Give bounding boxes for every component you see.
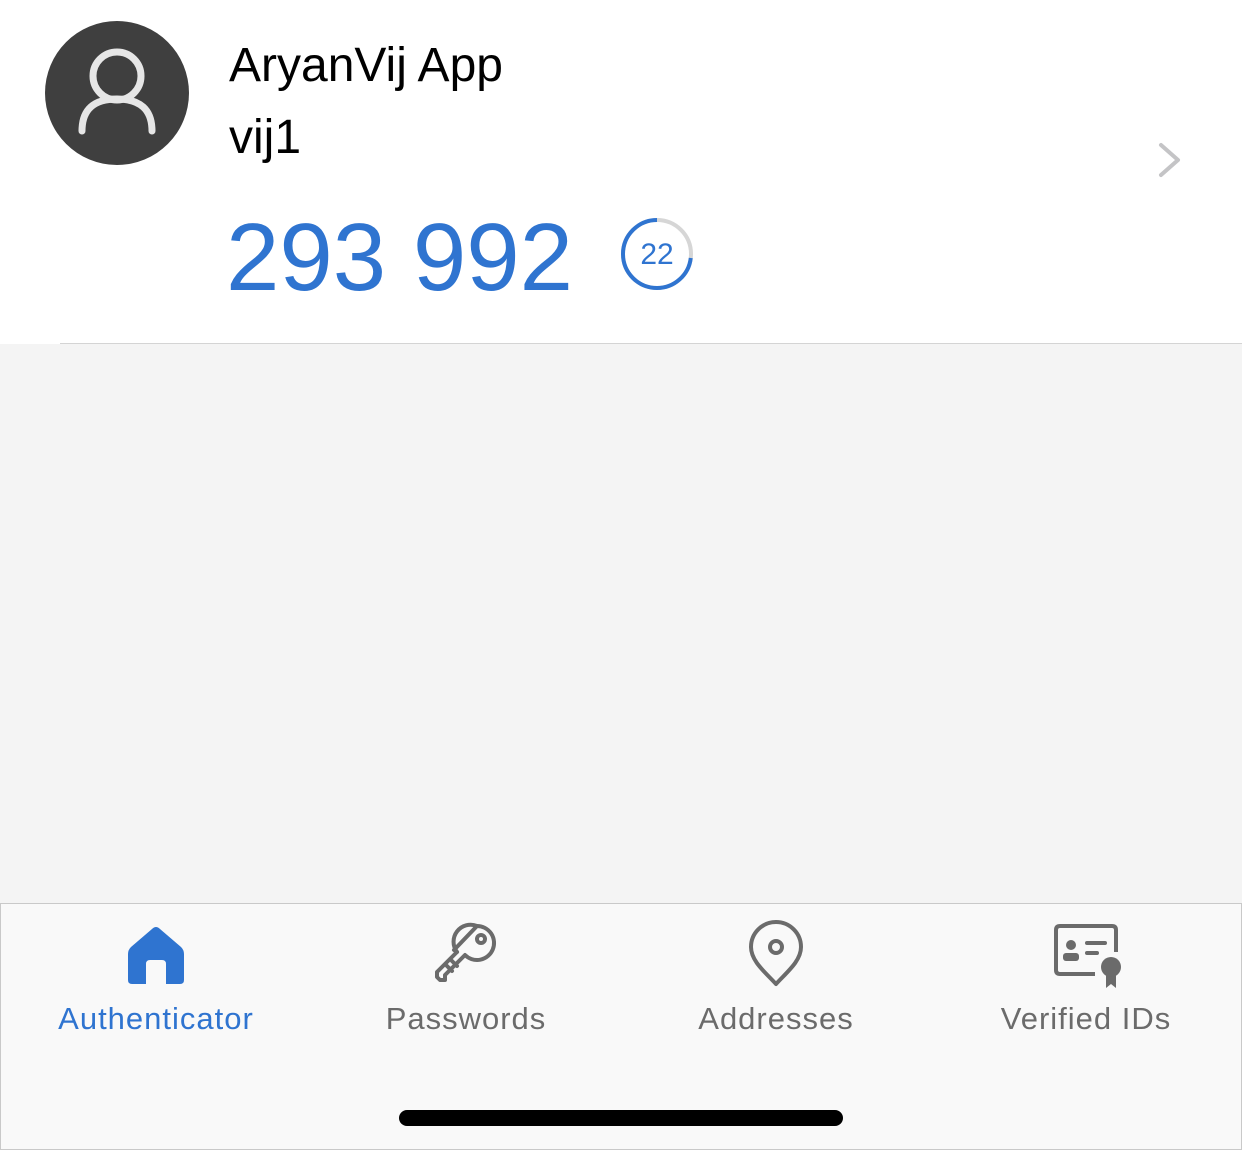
person-icon <box>78 48 156 135</box>
tab-label: Addresses <box>698 1001 854 1036</box>
tab-addresses[interactable]: Addresses <box>621 904 931 1054</box>
account-username: vij1 <box>229 111 302 164</box>
tab-passwords[interactable]: Passwords <box>311 904 621 1054</box>
home-icon <box>128 927 184 984</box>
timer-seconds: 22 <box>640 238 674 271</box>
tab-bar: Authenticator Passwords Addresses Verifi… <box>0 903 1242 1150</box>
account-name: AryanVij App <box>229 39 503 92</box>
location-pin-icon <box>749 920 803 986</box>
avatar <box>45 21 189 165</box>
countdown-timer: 22 <box>619 216 695 292</box>
tab-label: Passwords <box>385 1001 547 1036</box>
chevron-right-icon[interactable] <box>1152 138 1186 182</box>
tab-label: Verified IDs <box>1000 1001 1172 1036</box>
certificate-icon <box>1054 924 1121 988</box>
tab-verified-ids[interactable]: Verified IDs <box>931 904 1241 1054</box>
key-icon <box>435 922 497 982</box>
otp-code: 293 992 <box>226 204 574 311</box>
tab-authenticator[interactable]: Authenticator <box>1 904 311 1054</box>
home-indicator[interactable] <box>399 1110 843 1126</box>
tab-label: Authenticator <box>58 1001 254 1036</box>
content-area <box>0 344 1242 903</box>
screen: AryanVij App vij1 293 992 22 Authenticat… <box>0 0 1242 1150</box>
account-card[interactable]: AryanVij App vij1 293 992 22 <box>0 0 1242 344</box>
